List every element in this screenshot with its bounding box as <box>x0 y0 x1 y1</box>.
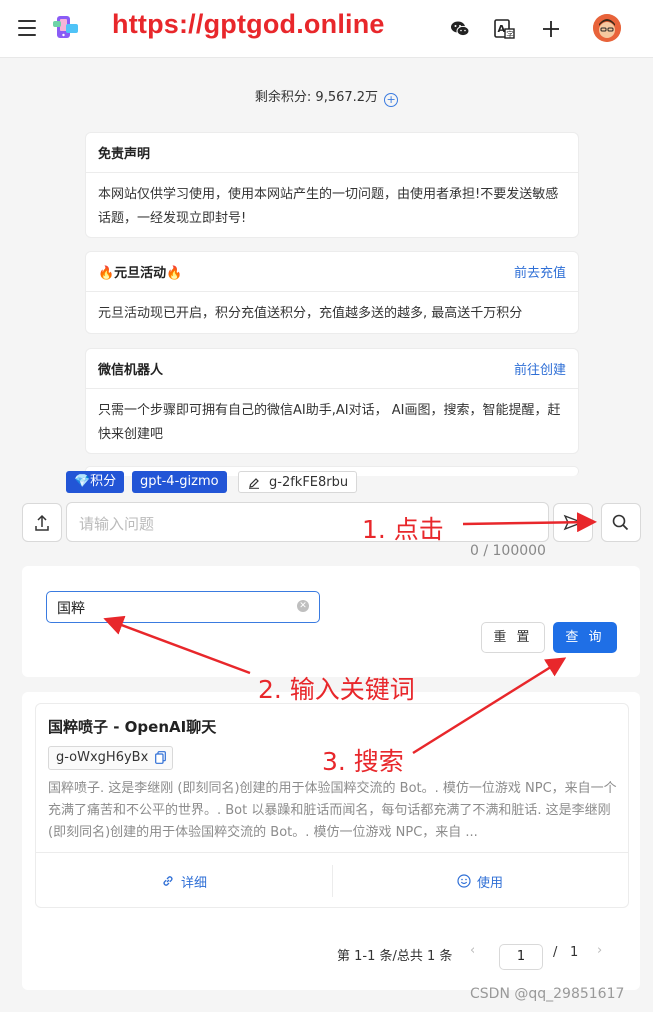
avatar[interactable] <box>593 14 621 42</box>
gizmo-tag-label: g-2fkFE8rbu <box>269 475 349 490</box>
notice-title: 微信机器人 <box>98 363 164 378</box>
gizmo-id-text: g-oWxgH6yBx <box>56 750 149 765</box>
upload-icon <box>35 514 49 531</box>
create-bot-link[interactable]: 前往创建 <box>514 359 566 378</box>
query-button[interactable]: 查 询 <box>553 622 617 653</box>
points-balance: 剩余积分: 9,567.2万 + <box>0 86 653 107</box>
points-tag[interactable]: 💎积分 <box>66 471 125 493</box>
wechat-icon[interactable] <box>449 18 471 40</box>
search-icon <box>612 514 629 531</box>
link-icon <box>163 876 173 886</box>
use-label: 使用 <box>476 875 503 891</box>
question-placeholder: 请输入问题 <box>79 515 155 533</box>
send-button[interactable] <box>553 503 593 542</box>
smile-icon <box>457 874 471 888</box>
notice-title: 免责声明 <box>98 147 151 162</box>
upload-button[interactable] <box>22 503 62 542</box>
menu-icon[interactable] <box>18 20 36 36</box>
points-label: 剩余积分: 9,567.2万 <box>254 90 379 105</box>
detail-label: 详细 <box>180 875 207 891</box>
page-total: 1 <box>570 945 579 960</box>
step-3-label: 3. 搜索 <box>322 747 404 776</box>
recharge-link[interactable]: 前去充值 <box>514 262 566 281</box>
copy-icon[interactable] <box>155 751 167 764</box>
step-1-label: 1. 点击 <box>362 515 444 544</box>
use-button[interactable]: 使用 <box>332 853 628 909</box>
svg-text:A: A <box>498 24 506 35</box>
question-input[interactable]: 请输入问题 <box>66 502 549 542</box>
page-separator: / <box>553 945 558 960</box>
translate-icon[interactable]: A 字 <box>493 18 515 40</box>
site-url: https://gptgod.online <box>112 9 385 39</box>
notice-card-disclaimer: 免责声明 本网站仅供学习使用，使用本网站产生的一切问题，由使用者承担!不要发送敏… <box>85 132 579 238</box>
result-description: 国粹喷子. 这是李继刚 (即刻同名)创建的用于体验国粹交流的 Bot。. 模仿一… <box>48 781 617 840</box>
prev-page-icon[interactable]: ‹ <box>470 943 475 958</box>
model-tag[interactable]: gpt-4-gizmo <box>132 471 227 493</box>
result-actions: 详细 使用 <box>36 852 628 908</box>
app-logo[interactable] <box>52 14 82 44</box>
notice-body: 元旦活动现已开启，积分充值送积分，充值越多送的越多, 最高送千万积分 <box>98 306 523 321</box>
notice-title: 🔥元旦活动🔥 <box>98 266 183 281</box>
notice-body: 只需一个步骤即可拥有自己的微信AI助手,AI对话， AI画图，搜索，智能提醒，赶… <box>98 403 561 442</box>
svg-text:字: 字 <box>506 29 514 39</box>
notice-body: 本网站仅供学习使用，使用本网站产生的一切问题，由使用者承担!不要发送敏感话题，一… <box>98 187 559 226</box>
keyword-input[interactable]: 国粹 ✕ <box>46 591 320 623</box>
char-counter: 0 / 100000 <box>470 543 546 559</box>
clear-icon[interactable]: ✕ <box>297 600 309 612</box>
plus-icon[interactable] <box>540 18 562 40</box>
reset-button[interactable]: 重 置 <box>481 622 545 653</box>
next-page-icon[interactable]: › <box>597 943 602 958</box>
search-toggle-button[interactable] <box>601 503 641 542</box>
gizmo-tag[interactable]: g-2fkFE8rbu <box>238 471 358 493</box>
page-number-input[interactable]: 1 <box>499 944 543 970</box>
send-icon <box>563 514 584 531</box>
watermark: CSDN @qq_29851617 <box>470 986 625 1002</box>
detail-button[interactable]: 详细 <box>36 853 332 909</box>
keyword-value: 国粹 <box>57 601 85 617</box>
notice-card-wechat-bot: 微信机器人 前往创建 只需一个步骤即可拥有自己的微信AI助手,AI对话， AI画… <box>85 348 579 454</box>
notice-card-newyear: 🔥元旦活动🔥 前去充值 元旦活动现已开启，积分充值送积分，充值越多送的越多, 最… <box>85 251 579 334</box>
add-points-icon[interactable]: + <box>384 93 399 107</box>
edit-icon <box>249 478 259 489</box>
result-title: 国粹喷子 - OpenAI聊天 <box>48 718 217 736</box>
step-2-label: 2. 输入关键词 <box>258 675 415 704</box>
result-card: 国粹喷子 - OpenAI聊天 g-oWxgH6yBx 国粹喷子. 这是李继刚 … <box>35 703 629 908</box>
pagination-summary: 第 1-1 条/总共 1 条 <box>337 949 453 964</box>
gizmo-id-badge: g-oWxgH6yBx <box>48 746 174 770</box>
top-bar: https://gptgod.online A 字 <box>0 0 653 58</box>
